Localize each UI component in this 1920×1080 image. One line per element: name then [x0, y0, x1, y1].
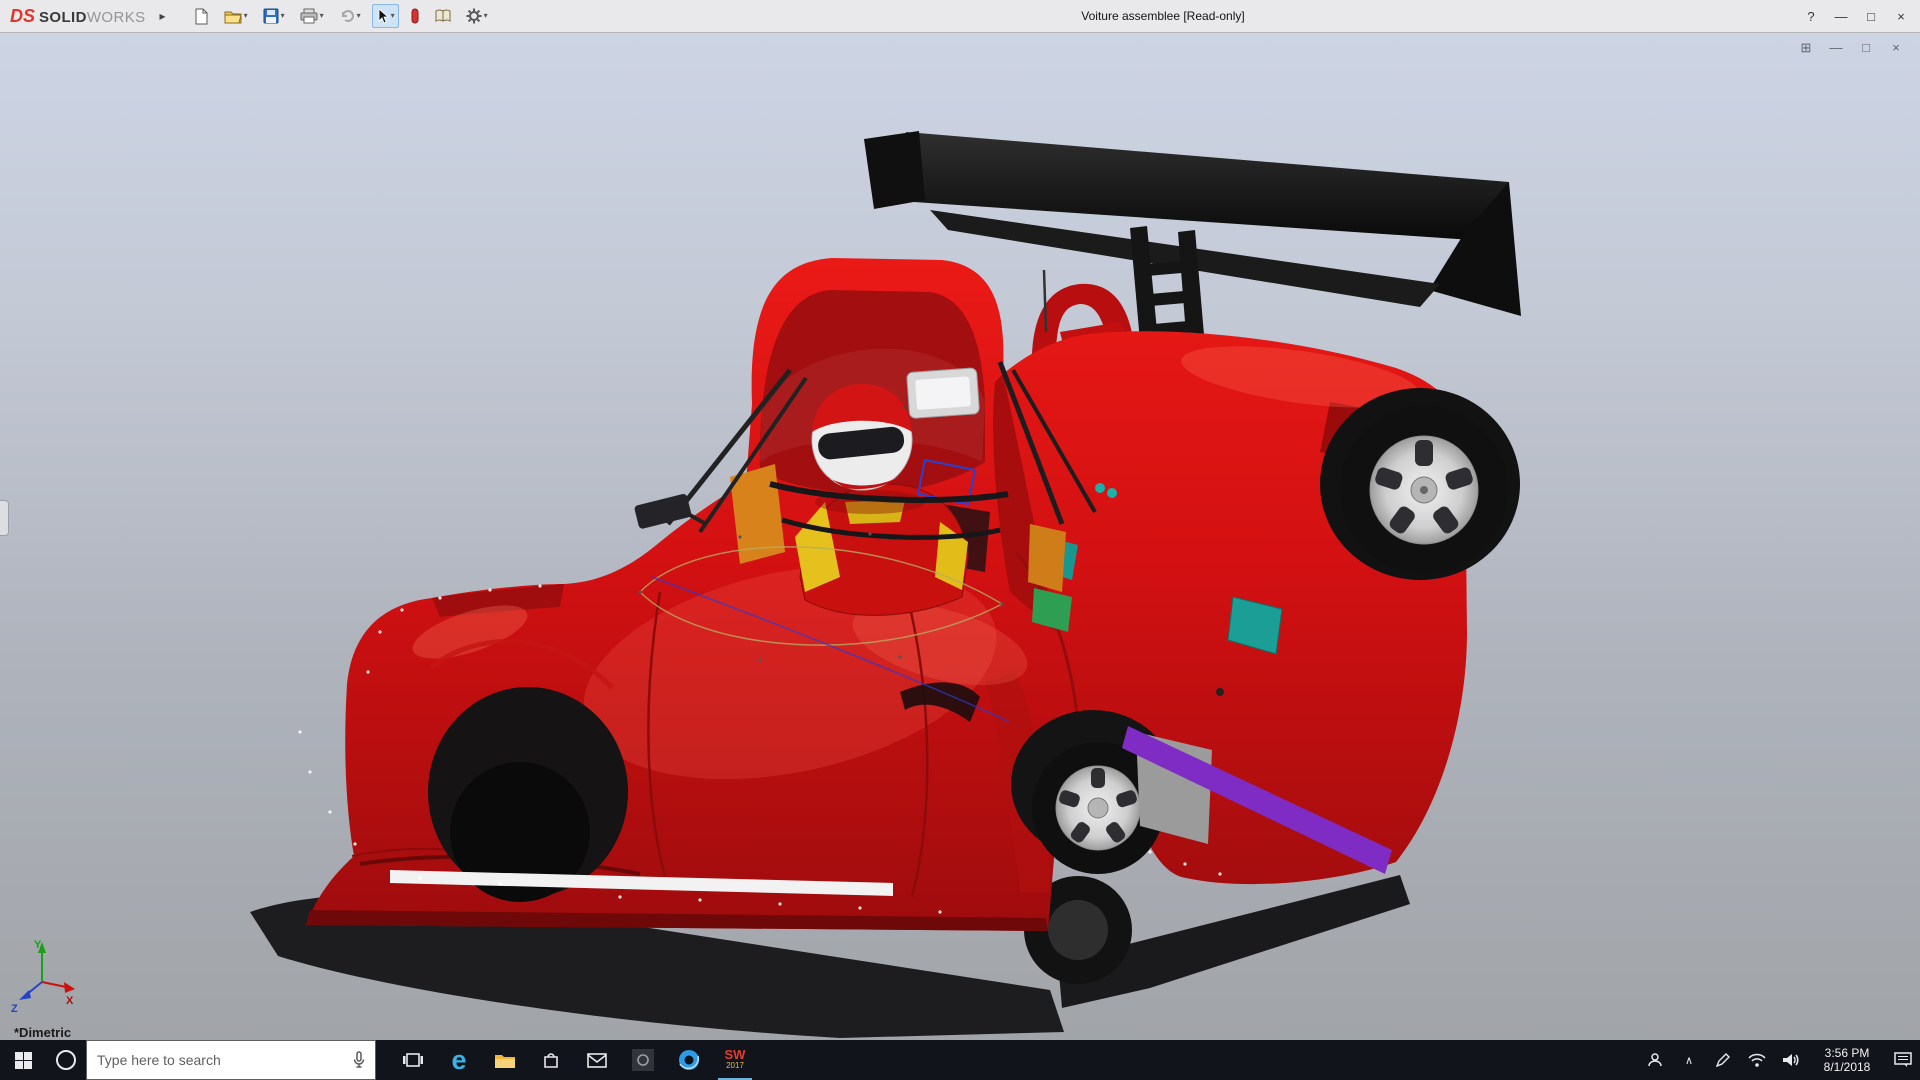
volume-button[interactable]: [1774, 1040, 1808, 1080]
new-document-button[interactable]: [190, 4, 213, 29]
print-button[interactable]: ▾: [296, 4, 328, 28]
save-icon: [263, 8, 279, 24]
store-button[interactable]: [528, 1040, 574, 1080]
orange-cage-right: [1028, 524, 1066, 592]
solidworks-app-icon: SW 2017: [725, 1049, 746, 1071]
select-cursor-icon: [376, 8, 389, 24]
gear-icon: [466, 8, 482, 24]
tray-overflow-button[interactable]: ∧: [1672, 1040, 1706, 1080]
graphics-area[interactable]: ⊞ — □ ×: [0, 32, 1920, 1040]
new-document-icon: [194, 8, 209, 25]
options-book-icon: [435, 9, 451, 23]
help-button[interactable]: ?: [1796, 9, 1826, 24]
clock-date: 8/1/2018: [1808, 1060, 1886, 1074]
microphone-icon[interactable]: [353, 1051, 365, 1069]
select-button[interactable]: ▾: [372, 4, 399, 28]
mail-envelope-icon: [587, 1053, 607, 1068]
ds-logo-icon: DS: [10, 6, 35, 27]
helmet: [812, 384, 912, 490]
chevron-up-icon: ∧: [1685, 1054, 1693, 1067]
undo-icon: [339, 9, 355, 23]
triad-y-label: Y: [34, 939, 42, 951]
pen-settings-button[interactable]: [1706, 1040, 1740, 1080]
document-window-controls: ⊞ — □ ×: [1798, 40, 1904, 56]
triad-x-label: X: [66, 995, 74, 1007]
undo-button[interactable]: ▾: [335, 5, 365, 27]
car-model: [0, 32, 1920, 1040]
edge-icon: e: [451, 1047, 466, 1074]
solidworks-app-button[interactable]: SW 2017: [712, 1040, 758, 1080]
network-button[interactable]: [1740, 1040, 1774, 1080]
brand-solid: SOLID: [39, 9, 87, 26]
save-caret-icon[interactable]: ▾: [281, 12, 285, 20]
taskbar-apps: e: [390, 1040, 758, 1080]
file-explorer-button[interactable]: [482, 1040, 528, 1080]
taskbar: Type here to search e: [0, 1040, 1920, 1080]
people-icon: [1646, 1052, 1664, 1068]
system-tray: ∧ 3:56 PM 8/1/2018: [1638, 1040, 1920, 1080]
standard-toolbar: ▾ ▾ ▾ ▾: [190, 4, 492, 29]
open-folder-icon: [224, 9, 242, 24]
app-titlebar: DS SOLID WORKS ▸ ▾ ▾: [0, 0, 1920, 33]
settings-button[interactable]: ▾: [462, 4, 492, 28]
action-center-button[interactable]: [1886, 1040, 1920, 1080]
photos-button[interactable]: [620, 1040, 666, 1080]
windows-logo-icon: [15, 1052, 32, 1069]
edrawings-button[interactable]: [666, 1040, 712, 1080]
task-view-button[interactable]: [390, 1040, 436, 1080]
file-explorer-icon: [494, 1052, 516, 1069]
blue-app-icon: [678, 1049, 700, 1071]
window-controls: ? — □ ×: [1796, 0, 1916, 32]
minimize-button[interactable]: —: [1826, 9, 1856, 24]
store-bag-icon: [542, 1051, 560, 1069]
mail-button[interactable]: [574, 1040, 620, 1080]
cortana-ring-icon: [54, 1048, 78, 1072]
doc-close-icon[interactable]: ×: [1888, 40, 1904, 56]
undo-caret-icon[interactable]: ▾: [357, 12, 361, 20]
clock-time: 3:56 PM: [1808, 1046, 1886, 1060]
edge-button[interactable]: e: [436, 1040, 482, 1080]
settings-caret-icon[interactable]: ▾: [484, 12, 488, 20]
print-icon: [300, 8, 318, 24]
solidworks-logo: DS SOLID WORKS: [10, 6, 146, 27]
open-button[interactable]: ▾: [220, 5, 252, 28]
network-wifi-icon: [1748, 1053, 1766, 1067]
maximize-button[interactable]: □: [1856, 9, 1886, 24]
appearance-button[interactable]: [406, 4, 424, 28]
doc-menu-icon[interactable]: ⊞: [1798, 40, 1814, 56]
doc-minimize-icon[interactable]: —: [1828, 40, 1844, 56]
window-title: Voiture assemblee [Read-only]: [1081, 0, 1244, 32]
brand-works: WORKS: [87, 9, 146, 26]
appearance-icon: [410, 8, 420, 24]
pen-icon: [1716, 1053, 1730, 1067]
menu-flyout-button[interactable]: ▸: [160, 9, 166, 23]
reference-triad: Y X Z: [10, 936, 80, 1014]
search-placeholder: Type here to search: [97, 1052, 353, 1068]
cortana-button[interactable]: [46, 1040, 86, 1080]
close-button[interactable]: ×: [1886, 9, 1916, 24]
open-caret-icon[interactable]: ▾: [244, 12, 248, 20]
panel-splitter-tab[interactable]: [0, 500, 9, 536]
rear-right-wheel: [1320, 388, 1520, 580]
volume-icon: [1782, 1053, 1800, 1067]
save-button[interactable]: ▾: [259, 4, 289, 28]
doc-restore-icon[interactable]: □: [1858, 40, 1874, 56]
taskbar-search[interactable]: Type here to search: [86, 1040, 376, 1080]
triad-z-label: Z: [11, 1003, 18, 1014]
options-book-button[interactable]: [431, 5, 455, 27]
task-view-icon: [403, 1052, 423, 1068]
print-caret-icon[interactable]: ▾: [320, 12, 324, 20]
taskbar-clock[interactable]: 3:56 PM 8/1/2018: [1808, 1046, 1886, 1074]
start-button[interactable]: [0, 1040, 46, 1080]
action-center-icon: [1894, 1052, 1912, 1068]
select-caret-icon[interactable]: ▾: [391, 12, 395, 20]
people-button[interactable]: [1638, 1040, 1672, 1080]
photos-icon: [632, 1049, 654, 1071]
view-orientation-label: *Dimetric: [14, 1025, 71, 1040]
